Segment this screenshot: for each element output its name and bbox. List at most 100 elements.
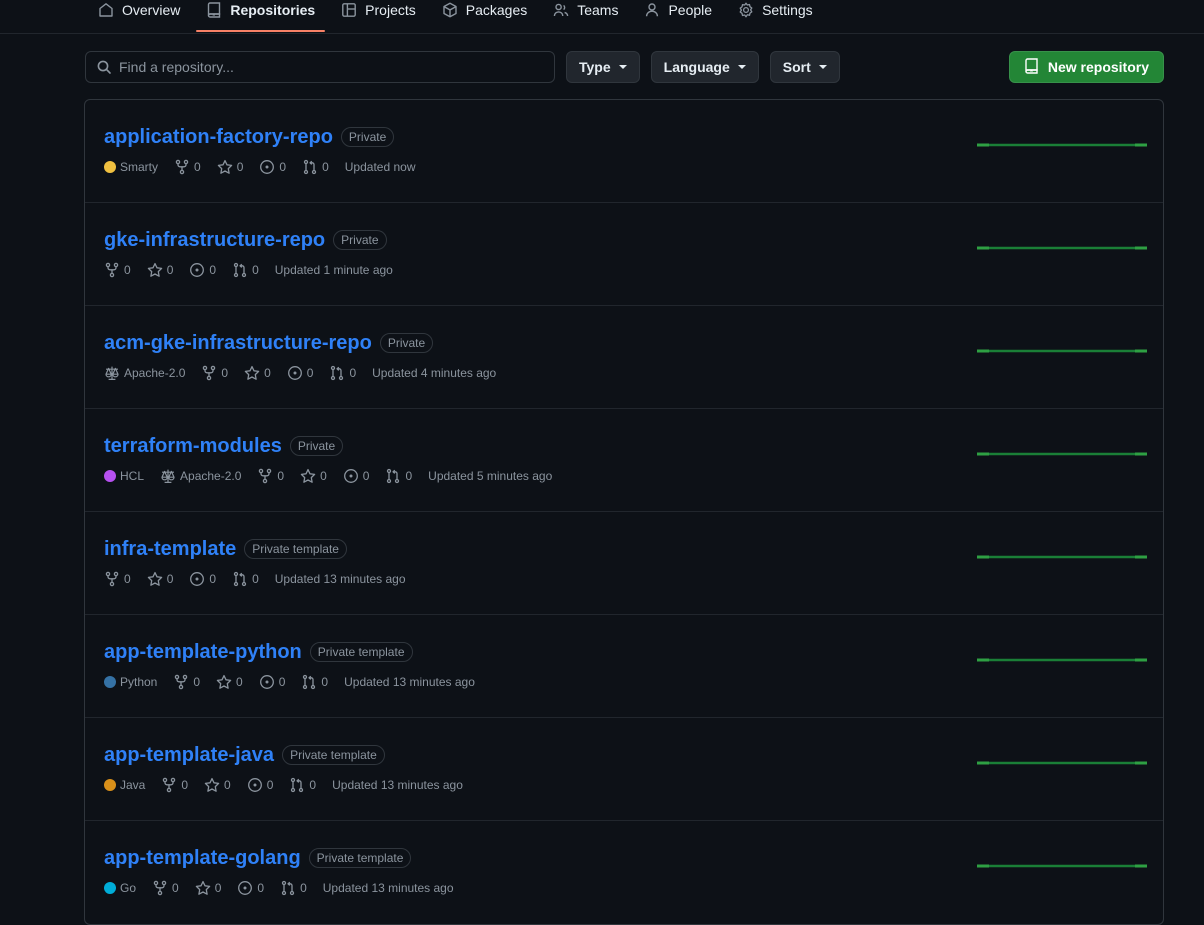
repository-row: infra-template Private template 0 0 0 0 Update… (85, 512, 1163, 615)
repository-meta: Python 0 0 0 0 Updated 13 minutes ago (104, 673, 977, 691)
repository-title-line: application-factory-repo Private (104, 124, 977, 150)
language-label: Go (120, 881, 137, 895)
repo-pull-requests: 0 (329, 364, 356, 382)
star-icon (216, 674, 232, 690)
chevron-down-icon (818, 65, 827, 69)
repo-issues: 0 (237, 879, 264, 897)
tab-teams[interactable]: Teams (543, 0, 628, 31)
fork-icon (104, 262, 120, 278)
pull-request-icon (301, 674, 317, 690)
repository-name-link[interactable]: infra-template (104, 536, 236, 562)
repository-name-link[interactable]: gke-infrastructure-repo (104, 227, 325, 253)
person-icon (644, 2, 660, 18)
fork-icon (173, 674, 189, 690)
repository-row: app-template-golang Private template Go 0 0 0… (85, 821, 1163, 924)
forks-count: 0 (124, 572, 131, 586)
issue-icon (237, 880, 253, 896)
language-color-dot (104, 882, 116, 894)
repo-updated-time: Updated 5 minutes ago (428, 469, 553, 483)
repository-row: acm-gke-infrastructure-repo Private Apache… (85, 306, 1163, 409)
activity-sparkline (977, 854, 1147, 878)
pull-request-icon (280, 880, 296, 896)
repo-updated-time: Updated 13 minutes ago (274, 572, 406, 586)
repo-issues: 0 (259, 158, 286, 176)
repo-updated-time: Updated 13 minutes ago (344, 675, 475, 689)
issues-count: 0 (266, 778, 274, 792)
sort-filter-button[interactable]: Sort (769, 51, 840, 83)
language-filter-button[interactable]: Language (650, 51, 759, 83)
fork-icon (174, 159, 190, 175)
repo-issues: 0 (189, 261, 216, 279)
repo-license: Apache-2.0 (104, 364, 185, 382)
visibility-badge: Private (340, 127, 395, 147)
tab-settings[interactable]: Settings (728, 0, 823, 31)
activity-sparkline (977, 545, 1147, 569)
repo-updated-time: Updated now (344, 160, 416, 174)
language-label: Smarty (120, 160, 159, 174)
star-icon (195, 880, 211, 896)
activity-sparkline (977, 648, 1147, 672)
repository-info: infra-template Private template 0 0 0 0 Update… (104, 536, 977, 588)
issues-count: 0 (306, 366, 314, 380)
tab-people[interactable]: People (634, 0, 722, 31)
new-repository-button[interactable]: New repository (1008, 51, 1164, 83)
tab-packages[interactable]: Packages (432, 0, 537, 31)
language-label: HCL (120, 469, 145, 483)
stars-count: 0 (166, 572, 174, 586)
repository-title-line: terraform-modules Private (104, 433, 977, 459)
search-input[interactable] (85, 51, 555, 83)
repo-language: Java (104, 776, 145, 794)
repo-stars: 0 (147, 570, 174, 588)
visibility-badge: Private template (282, 745, 385, 765)
repository-row: application-factory-repo Private Smarty 0 0 0… (85, 100, 1163, 203)
stars-count: 0 (214, 881, 222, 895)
issue-icon (259, 674, 275, 690)
pull-request-icon (385, 468, 401, 484)
search-field-wrapper (85, 51, 555, 83)
pulls-count: 0 (322, 160, 329, 174)
tab-projects[interactable]: Projects (331, 0, 426, 31)
repository-name-link[interactable]: app-template-golang (104, 845, 301, 871)
chevron-down-icon (618, 65, 627, 69)
repository-name-link[interactable]: app-template-java (104, 742, 274, 768)
tab-label: Projects (365, 2, 416, 18)
star-icon (300, 468, 316, 484)
repository-row: app-template-java Private template Java 0 0 0… (85, 718, 1163, 821)
forks-count: 0 (194, 160, 201, 174)
repo-pull-requests: 0 (385, 467, 412, 485)
type-filter-label: Type (579, 59, 611, 75)
repo-issues: 0 (189, 570, 216, 588)
repository-title-line: app-template-golang Private template (104, 845, 977, 871)
org-nav-tabs: Overview Repositories Projects Packages Team… (0, 0, 1204, 34)
repository-name-link[interactable]: terraform-modules (104, 433, 282, 459)
stars-count: 0 (236, 160, 244, 174)
repo-updated-time: Updated 4 minutes ago (372, 366, 497, 380)
repo-updated-time: Updated 1 minute ago (274, 263, 393, 277)
pulls-count: 0 (252, 263, 259, 277)
repo-icon (1024, 57, 1040, 77)
pull-request-icon (329, 365, 345, 381)
tab-overview[interactable]: Overview (88, 0, 190, 31)
repo-pull-requests: 0 (232, 570, 259, 588)
visibility-badge: Private (333, 230, 387, 250)
forks-count: 0 (172, 881, 179, 895)
language-filter-label: Language (663, 59, 730, 75)
repository-row: gke-infrastructure-repo Private 0 0 0 0 Update… (85, 203, 1163, 306)
activity-sparkline (977, 442, 1147, 466)
repository-name-link[interactable]: app-template-python (104, 639, 302, 665)
tab-repositories[interactable]: Repositories (196, 0, 325, 32)
repo-issues: 0 (343, 467, 369, 485)
repo-pull-requests: 0 (280, 879, 307, 897)
tab-label: Packages (465, 2, 528, 18)
type-filter-button[interactable]: Type (566, 51, 640, 83)
issue-icon (287, 365, 303, 381)
language-label: Python (120, 675, 158, 689)
pulls-count: 0 (321, 675, 329, 689)
repository-name-link[interactable]: acm-gke-infrastructure-repo (104, 330, 372, 356)
people-icon (553, 2, 569, 18)
language-color-dot (104, 676, 116, 688)
star-icon (244, 365, 260, 381)
fork-icon (152, 880, 168, 896)
repo-stars: 0 (217, 158, 244, 176)
repository-name-link[interactable]: application-factory-repo (104, 124, 333, 150)
